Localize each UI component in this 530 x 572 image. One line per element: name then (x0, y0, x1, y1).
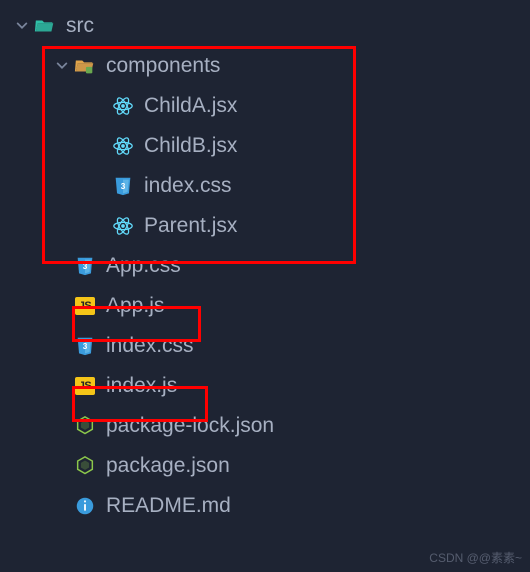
file-childa-jsx[interactable]: ChildA.jsx (0, 86, 530, 126)
file-label: Parent.jsx (144, 214, 237, 238)
file-childb-jsx[interactable]: ChildB.jsx (0, 126, 530, 166)
node-icon (74, 415, 96, 437)
file-app-js[interactable]: JS App.js (0, 286, 530, 326)
file-label: index.css (144, 174, 232, 198)
folder-components[interactable]: components (0, 46, 530, 86)
watermark-text: CSDN @@素素~ (429, 549, 522, 566)
react-icon (112, 215, 134, 237)
file-package-lock-json[interactable]: package-lock.json (0, 406, 530, 446)
file-label: ChildA.jsx (144, 94, 237, 118)
chevron-down-icon[interactable] (54, 58, 70, 74)
file-components-index-css[interactable]: 3 index.css (0, 166, 530, 206)
file-label: package-lock.json (106, 414, 274, 438)
svg-text:3: 3 (121, 182, 126, 191)
js-icon: JS (74, 295, 96, 317)
file-tree: src components ChildA.jsx ChildB.jsx 3 index.… (0, 0, 530, 526)
svg-text:3: 3 (83, 342, 88, 351)
file-label: App.js (106, 294, 164, 318)
folder-open-teal-icon (34, 15, 56, 37)
file-label: ChildB.jsx (144, 134, 237, 158)
file-label: index.js (106, 374, 177, 398)
file-app-css[interactable]: 3 App.css (0, 246, 530, 286)
css-icon: 3 (112, 175, 134, 197)
file-label: components (106, 54, 220, 78)
file-readme-md[interactable]: README.md (0, 486, 530, 526)
file-index-js[interactable]: JS index.js (0, 366, 530, 406)
file-label: index.css (106, 334, 194, 358)
file-parent-jsx[interactable]: Parent.jsx (0, 206, 530, 246)
file-label: src (66, 14, 94, 38)
file-label: README.md (106, 494, 231, 518)
css-icon: 3 (74, 335, 96, 357)
chevron-down-icon[interactable] (14, 18, 30, 34)
svg-text:3: 3 (83, 262, 88, 271)
node-icon (74, 455, 96, 477)
file-package-json[interactable]: package.json (0, 446, 530, 486)
js-icon: JS (74, 375, 96, 397)
file-index-css[interactable]: 3 index.css (0, 326, 530, 366)
info-icon (74, 495, 96, 517)
folder-src[interactable]: src (0, 6, 530, 46)
file-label: package.json (106, 454, 230, 478)
react-icon (112, 95, 134, 117)
file-label: App.css (106, 254, 181, 278)
folder-open-amber-icon (74, 55, 96, 77)
css-icon: 3 (74, 255, 96, 277)
react-icon (112, 135, 134, 157)
